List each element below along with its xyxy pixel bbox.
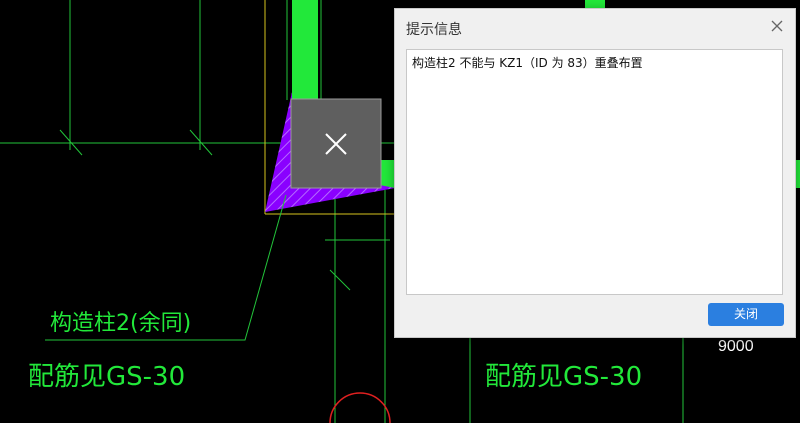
overlay-box[interactable] <box>290 98 382 189</box>
info-dialog: 提示信息 构造柱2 不能与 KZ1（ID 为 83）重叠布置 关闭 <box>394 8 796 338</box>
dialog-message: 构造柱2 不能与 KZ1（ID 为 83）重叠布置 <box>412 56 643 70</box>
dialog-title: 提示信息 <box>406 22 462 38</box>
message-area[interactable]: 构造柱2 不能与 KZ1（ID 为 83）重叠布置 <box>406 49 783 295</box>
column-strip-far-right <box>796 160 800 188</box>
column-strip-right <box>380 160 395 188</box>
column-strip <box>292 0 318 100</box>
column-label: 构造柱2(余同) <box>50 311 191 336</box>
dimension-text: 9000 <box>718 338 754 355</box>
column-strip-top-right <box>585 0 605 8</box>
close-button[interactable]: 关闭 <box>708 303 784 326</box>
rebar-label-left: 配筋见GS-30 <box>28 362 185 392</box>
axis-marker-circle <box>329 392 391 423</box>
rebar-label-right: 配筋见GS-30 <box>485 362 642 392</box>
close-icon[interactable] <box>769 18 785 34</box>
